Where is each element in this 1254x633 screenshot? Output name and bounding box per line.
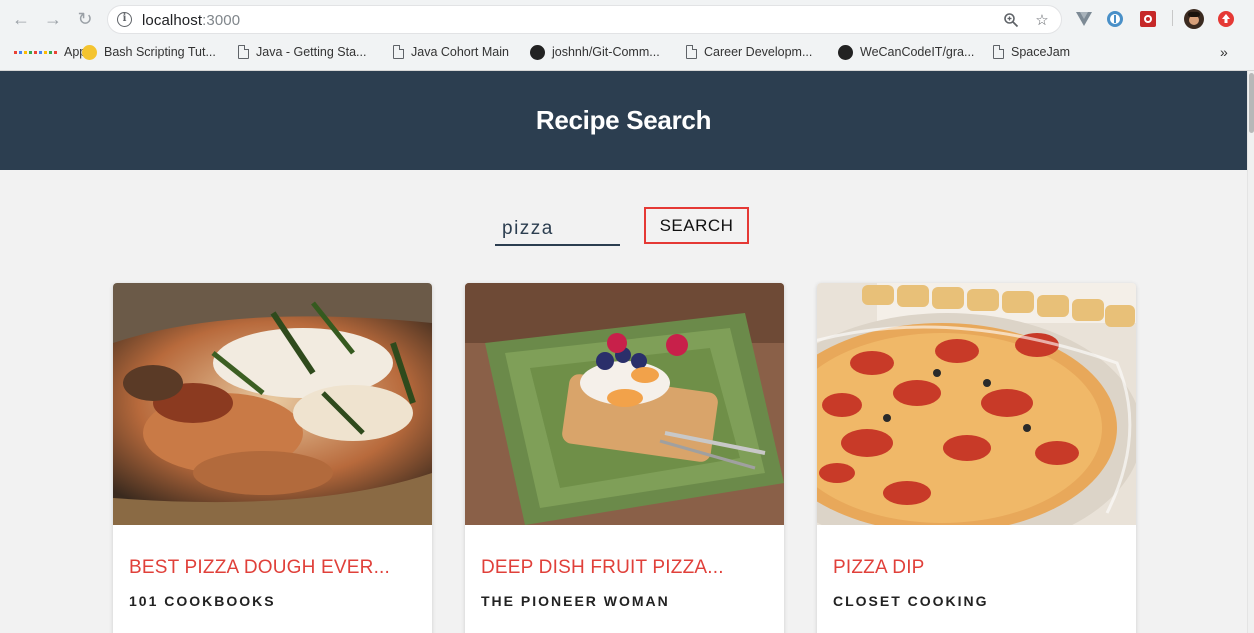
update-indicator-icon[interactable]: [1216, 9, 1236, 29]
profile-avatar-icon[interactable]: [1184, 9, 1204, 29]
more-bookmarks-chevron-icon[interactable]: »: [1220, 43, 1228, 61]
document-icon: [686, 45, 697, 59]
bookmark-label: Java - Getting Sta...: [256, 45, 367, 59]
bookmark-label: Bash Scripting Tut...: [104, 45, 216, 59]
page-header: Recipe Search: [0, 71, 1247, 170]
recipe-source: 101 COOKBOOKS: [129, 593, 276, 609]
github-icon: [838, 44, 853, 60]
recipe-card[interactable]: BEST PIZZA DOUGH EVER... 101 COOKBOOKS: [113, 283, 432, 633]
recipe-card-body: BEST PIZZA DOUGH EVER... 101 COOKBOOKS: [113, 557, 432, 609]
1password-extension-icon[interactable]: [1105, 9, 1125, 29]
search-form: SEARCH: [0, 207, 1247, 247]
recipe-title[interactable]: PIZZA DIP: [833, 557, 1120, 579]
document-icon: [393, 45, 404, 59]
bookmark-label: WeCanCodeIT/gra...: [860, 45, 975, 59]
bookmark-bash-scripting[interactable]: Bash Scripting Tut...: [82, 43, 216, 61]
red-extension-icon[interactable]: [1138, 9, 1158, 29]
browser-toolbar: ← → ↻ i localhost:3000 ☆: [0, 0, 1254, 38]
bookmark-apps[interactable]: Apps: [14, 43, 93, 61]
bookmark-label: joshnh/Git-Comm...: [552, 45, 660, 59]
bookmark-label: SpaceJam: [1011, 45, 1071, 59]
scrollbar-thumb[interactable]: [1249, 73, 1254, 133]
bookmark-git-commit[interactable]: joshnh/Git-Comm...: [530, 43, 660, 61]
recipe-image-pizza-dough[interactable]: [113, 283, 432, 525]
bookmark-java-cohort-main[interactable]: Java Cohort Main: [393, 43, 509, 61]
recipe-card-body: DEEP DISH FRUIT PIZZA... THE PIONEER WOM…: [465, 557, 784, 609]
page-scrollbar[interactable]: [1247, 71, 1254, 633]
search-button[interactable]: SEARCH: [644, 207, 749, 244]
apps-grid-icon: [14, 50, 57, 54]
url-host: localhost: [142, 12, 203, 29]
github-icon: [530, 44, 545, 60]
bookmark-label: Java Cohort Main: [411, 45, 509, 59]
recipe-image-pizza-dip[interactable]: [817, 283, 1136, 525]
forward-arrow-icon[interactable]: →: [42, 8, 64, 30]
yellow-dot-icon: [82, 44, 97, 60]
recipe-card[interactable]: PIZZA DIP CLOSET COOKING: [817, 283, 1136, 633]
recipe-title[interactable]: DEEP DISH FRUIT PIZZA...: [481, 557, 768, 579]
recipe-title[interactable]: BEST PIZZA DOUGH EVER...: [129, 557, 416, 579]
recipe-search-page: Recipe Search SEARCH: [0, 71, 1247, 633]
url-text[interactable]: localhost:3000: [142, 12, 240, 29]
bookmark-career-development[interactable]: Career Developm...: [686, 43, 812, 61]
info-icon[interactable]: i: [117, 12, 132, 27]
bookmark-spacejam[interactable]: SpaceJam: [993, 43, 1070, 61]
address-bar[interactable]: i localhost:3000 ☆: [107, 5, 1062, 34]
bookmark-label: Career Developm...: [704, 45, 813, 59]
recipe-card[interactable]: DEEP DISH FRUIT PIZZA... THE PIONEER WOM…: [465, 283, 784, 633]
document-icon: [993, 45, 1004, 59]
bookmark-java-getting-started[interactable]: Java - Getting Sta...: [238, 43, 366, 61]
bookmarks-bar: Apps Bash Scripting Tut... Java - Gettin…: [0, 40, 1254, 64]
back-arrow-icon[interactable]: ←: [10, 8, 32, 30]
zoom-icon[interactable]: [1001, 10, 1021, 30]
document-icon: [238, 45, 249, 59]
bookmark-star-icon[interactable]: ☆: [1032, 10, 1052, 30]
url-port: :3000: [202, 12, 241, 29]
recipe-source: CLOSET COOKING: [833, 593, 989, 609]
page-title: Recipe Search: [535, 105, 712, 135]
reload-icon[interactable]: ↻: [74, 8, 96, 30]
toolbar-divider: [1172, 10, 1173, 26]
recipe-source: THE PIONEER WOMAN: [481, 593, 670, 609]
browser-chrome: ← → ↻ i localhost:3000 ☆ Apps Bash Scrip…: [0, 0, 1254, 71]
vuejs-extension-icon[interactable]: [1074, 9, 1094, 29]
recipe-image-fruit-pizza[interactable]: [465, 283, 784, 525]
search-input[interactable]: [495, 207, 620, 246]
recipe-card-body: PIZZA DIP CLOSET COOKING: [817, 557, 1136, 609]
bookmark-wecancodeit[interactable]: WeCanCodeIT/gra...: [838, 43, 974, 61]
